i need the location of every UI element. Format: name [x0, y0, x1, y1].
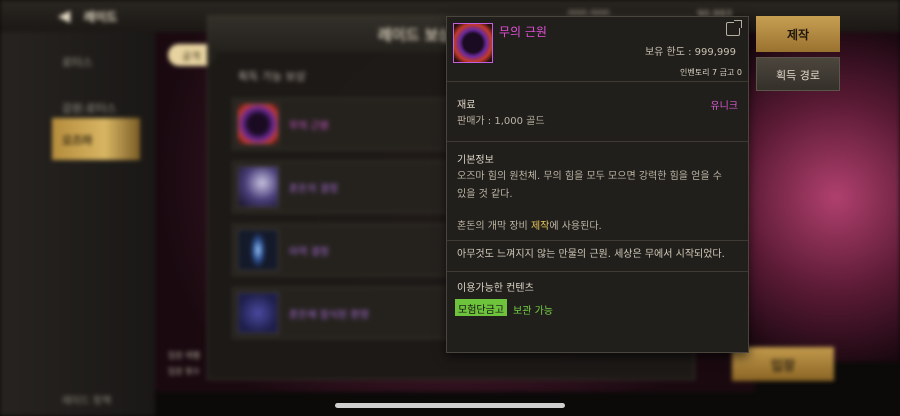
item-name: 무의 근원 — [499, 25, 547, 39]
item-tooltip: 무의 근원 보유 한도 : 999,999 인벤토리 7 금고 0 재료 유니크… — [446, 16, 749, 353]
divider — [447, 240, 748, 241]
void-orb-icon — [453, 23, 493, 63]
usage-pre: 혼돈의 개막 장비 — [457, 221, 531, 232]
item-description-2: 있을 것 같다. — [457, 189, 513, 200]
reward-name: 마력 결정 — [289, 247, 329, 258]
divider — [447, 81, 748, 82]
sell-price: 판매가 : 1,000 골드 — [457, 116, 545, 127]
reward-name: 혼돈의 결정 — [289, 184, 339, 195]
inventory-count: 인벤토리 7 금고 0 — [680, 68, 742, 77]
crystal-icon — [237, 166, 279, 208]
share-icon[interactable] — [726, 20, 742, 36]
craft-button[interactable]: 제작 — [756, 16, 840, 52]
reward-section-label: 획득 가능 보상 — [238, 70, 306, 83]
void-orb-icon — [237, 103, 279, 145]
raid-policy-link[interactable]: 레이드 정책 — [62, 392, 111, 407]
divider — [447, 141, 748, 142]
phantom-icon — [237, 292, 279, 334]
reward-item[interactable]: 마력 결정 — [232, 224, 452, 276]
mana-crystal-icon — [237, 229, 279, 271]
entry-level: 입장 레벨 — [168, 351, 200, 360]
usage-post: 에 사용된다. — [549, 221, 602, 232]
item-usage: 혼돈의 개막 장비 제작에 사용된다. — [457, 218, 602, 236]
basic-info-label: 기본정보 — [457, 155, 494, 166]
storage-badge: 모험단금고 — [455, 299, 507, 316]
acquire-route-button[interactable]: 획득 경로 — [756, 57, 840, 91]
item-rarity: 유니크 — [710, 101, 738, 112]
sidebar: 로터스 감원:로터스 오즈마 레이드 정책 — [0, 32, 155, 416]
reward-panel-title: 레이드 보상 — [378, 26, 453, 44]
usage-highlight: 제작 — [530, 221, 550, 232]
contents-label: 이용가능한 컨텐츠 — [457, 283, 534, 294]
item-description-1: 오즈마 힘의 원천체. 무의 힘을 모두 모으면 강력한 힘을 얻을 수 — [457, 171, 722, 182]
page-title: 레이드 — [84, 10, 118, 24]
reward-name: 혼돈에 잠식된 환영 — [289, 310, 369, 321]
entry-count: 입장 횟수 — [168, 367, 200, 376]
hold-limit: 보유 한도 : 999,999 — [644, 47, 736, 58]
sidebar-item-lotus[interactable]: 로터스 — [52, 40, 140, 82]
sidebar-item-ozma[interactable]: 오즈마 — [52, 118, 140, 160]
storage-status: 보관 가능 — [513, 306, 553, 317]
item-flavor-text: 아무것도 느껴지지 않는 만물의 근원. 세상은 무에서 시작되었다. — [457, 249, 725, 260]
reward-item[interactable]: 혼돈에 잠식된 환영 — [232, 287, 452, 339]
item-category: 재료 — [457, 100, 476, 111]
home-indicator[interactable] — [335, 403, 565, 408]
reward-item[interactable]: 혼돈의 결정 — [232, 161, 452, 213]
divider — [447, 271, 748, 272]
arrow-left-icon[interactable]: ◀ — [58, 6, 70, 25]
reward-name: 무의 근원 — [289, 121, 329, 132]
reward-item[interactable]: 무의 근원 — [232, 98, 452, 150]
